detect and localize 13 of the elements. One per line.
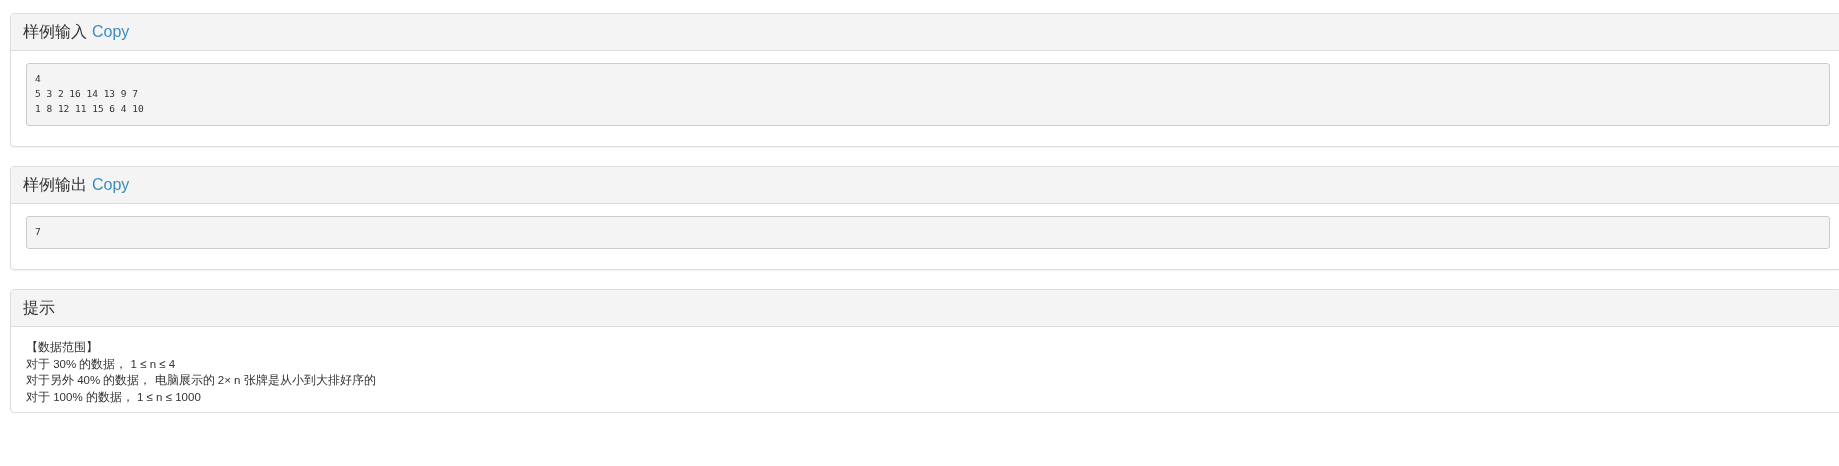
- panel-title: 样例输出: [23, 174, 87, 195]
- code-line: 5 3 2 16 14 13 9 7: [35, 87, 139, 101]
- panel-title: 样例输入: [23, 21, 87, 42]
- copy-link[interactable]: Copy: [92, 176, 130, 194]
- panel-title: 提示: [23, 297, 55, 318]
- code-line: 4: [35, 72, 42, 86]
- hint-text: 【数据范围】: [26, 340, 99, 355]
- hint-text: 对于 30% 的数据， 1 ≤ n ≤ 4: [26, 356, 177, 372]
- code-line: 7: [35, 225, 42, 239]
- hint-text: 对于另外 40% 的数据， 电脑展示的 2× n 张牌是从小到大排好序的: [26, 373, 377, 388]
- hint-text: 对于 100% 的数据， 1 ≤ n ≤ 1000: [26, 389, 202, 405]
- code-line: 1 8 12 11 15 6 4 10: [35, 102, 145, 116]
- copy-link[interactable]: Copy: [92, 23, 130, 41]
